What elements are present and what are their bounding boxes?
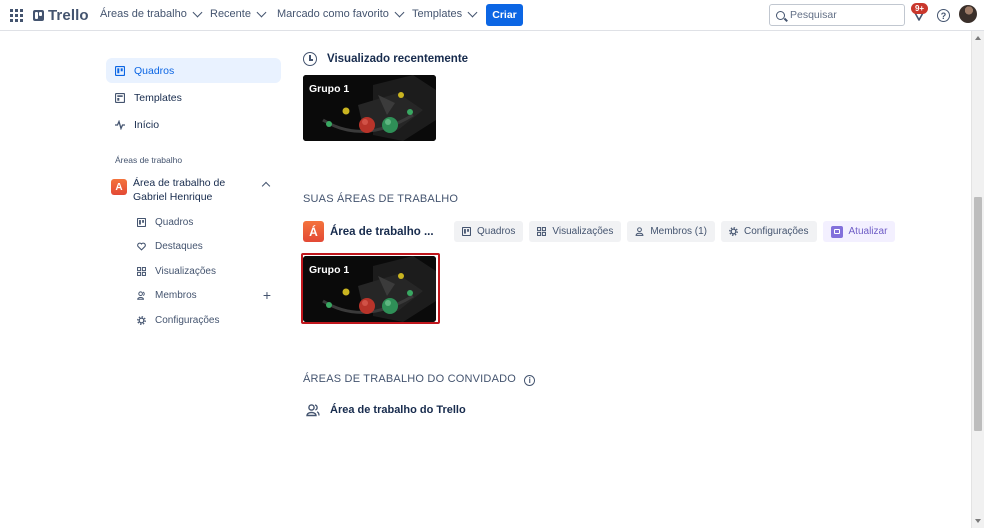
sidebar-item-label: Quadros <box>134 64 175 77</box>
trello-logo-icon <box>33 10 44 21</box>
guest-workspace-item[interactable]: Área de trabalho do Trello <box>306 403 466 417</box>
board-icon <box>115 65 125 76</box>
scroll-down-arrow-icon[interactable] <box>975 519 981 523</box>
app-switcher-icon[interactable] <box>10 9 23 22</box>
sidebar-subitem-label: Configurações <box>155 314 220 326</box>
board-title: Grupo 1 <box>309 264 350 276</box>
chevron-down-icon <box>192 7 203 17</box>
menu-recent-label: Recente <box>210 8 251 20</box>
chevron-down-icon <box>467 7 478 17</box>
workspace-members-button[interactable]: Membros (1) <box>627 221 716 242</box>
trello-logo[interactable]: Trello <box>33 7 89 24</box>
top-navigation-bar: Trello Áreas de trabalho Recente Marcado… <box>0 0 984 31</box>
recently-viewed-heading: Visualizado recentemente <box>303 52 468 66</box>
gear-icon <box>137 315 146 325</box>
workspace-name: Área de trabalho de Gabriel Henrique <box>133 177 226 203</box>
search-icon <box>776 10 785 20</box>
template-icon <box>115 92 125 103</box>
chevron-down-icon <box>256 7 267 17</box>
heart-icon <box>137 242 146 251</box>
help-icon[interactable]: ? <box>937 9 950 22</box>
sidebar-item-label: Templates <box>134 91 182 104</box>
recently-viewed-title: Visualizado recentemente <box>327 53 469 65</box>
menu-starred-label: Marcado como favorito <box>277 8 389 20</box>
menu-workspaces-label: Áreas de trabalho <box>100 8 187 20</box>
workspace-title[interactable]: Área de trabalho ... <box>330 226 438 238</box>
menu-templates[interactable]: Templates <box>412 7 478 20</box>
workspace-views-button[interactable]: Visualizações <box>529 221 622 242</box>
workspace-settings-button[interactable]: Configurações <box>721 221 817 242</box>
board-icon <box>462 227 471 236</box>
upgrade-label: Atualizar <box>848 226 888 237</box>
menu-templates-label: Templates <box>412 8 463 20</box>
info-icon[interactable]: i <box>524 375 536 386</box>
workspace-action-label: Visualizações <box>552 226 614 237</box>
sidebar-subitem-label: Quadros <box>155 216 194 228</box>
board-icon <box>137 217 146 227</box>
menu-recent[interactable]: Recente <box>210 7 267 20</box>
person-icon <box>635 227 644 236</box>
search-input[interactable]: Pesquisar <box>769 4 905 26</box>
sidebar-item-templates[interactable]: Templates <box>106 85 281 110</box>
chevron-down-icon <box>394 7 405 17</box>
guest-workspaces-title: ÁREAS DE TRABALHO DO CONVIDADO <box>303 373 517 385</box>
sidebar-item-workspace-boards[interactable]: Quadros <box>106 210 281 235</box>
workspace-avatar: Á <box>303 221 324 242</box>
guest-workspaces-heading: ÁREAS DE TRABALHO DO CONVIDADO i <box>303 373 536 386</box>
notification-badge: 9+ <box>911 3 928 14</box>
clock-icon <box>303 52 317 66</box>
scrollbar-thumb[interactable] <box>974 197 982 431</box>
workspace-action-label: Configurações <box>744 226 809 237</box>
sidebar-subitem-label: Visualizações <box>155 265 216 277</box>
activity-icon <box>115 119 125 130</box>
sidebar-subitem-label: Membros <box>155 290 197 302</box>
sidebar-subitem-label: Destaques <box>155 241 203 253</box>
workspace-action-label: Membros (1) <box>650 226 708 237</box>
upgrade-icon <box>830 225 843 238</box>
sidebar-item-boards[interactable]: Quadros <box>106 58 281 83</box>
chevron-up-icon[interactable] <box>261 181 271 191</box>
gear-icon <box>729 227 738 236</box>
sidebar-item-settings[interactable]: Configurações <box>106 308 281 333</box>
sidebar-workspace-header[interactable]: A Área de trabalho de Gabriel Henrique <box>111 176 281 204</box>
sidebar-item-highlights[interactable]: Destaques <box>106 235 281 260</box>
workspace-action-label: Quadros <box>477 226 516 237</box>
sidebar-item-views[interactable]: Visualizações <box>106 259 281 284</box>
menu-workspaces[interactable]: Áreas de trabalho <box>100 7 203 20</box>
upgrade-button[interactable]: Atualizar <box>822 221 896 242</box>
members-icon <box>306 404 320 417</box>
board-title: Grupo 1 <box>309 83 350 95</box>
workspaces-heading: Áreas de trabalho <box>115 155 183 165</box>
avatar[interactable] <box>959 5 977 23</box>
page-scrollbar[interactable] <box>971 31 984 528</box>
search-placeholder: Pesquisar <box>790 9 837 21</box>
members-icon <box>137 291 146 301</box>
guest-workspace-name: Área de trabalho do Trello <box>330 404 466 416</box>
add-member-icon[interactable]: + <box>263 288 271 302</box>
menu-starred[interactable]: Marcado como favorito <box>277 7 405 20</box>
grid-icon <box>537 227 547 236</box>
trello-logo-text: Trello <box>48 7 89 24</box>
your-workspaces-heading: SUAS ÁREAS DE TRABALHO <box>303 193 459 205</box>
board-tile-recent[interactable]: Grupo 1 <box>303 75 436 141</box>
sidebar-item-home[interactable]: Início <box>106 112 281 137</box>
sidebar-item-label: Início <box>134 118 160 131</box>
sidebar-item-members[interactable]: Membros + <box>106 284 281 309</box>
workspace-toolbar: Á Área de trabalho ... Quadros Visualiza… <box>303 221 896 242</box>
sidebar: Quadros Templates Início Áreas de trabal… <box>106 58 281 333</box>
create-button[interactable]: Criar <box>486 4 523 26</box>
workspace-boards-button[interactable]: Quadros <box>454 221 524 242</box>
scroll-up-arrow-icon[interactable] <box>975 36 981 40</box>
grid-icon <box>137 266 146 276</box>
workspace-avatar: A <box>111 179 127 195</box>
